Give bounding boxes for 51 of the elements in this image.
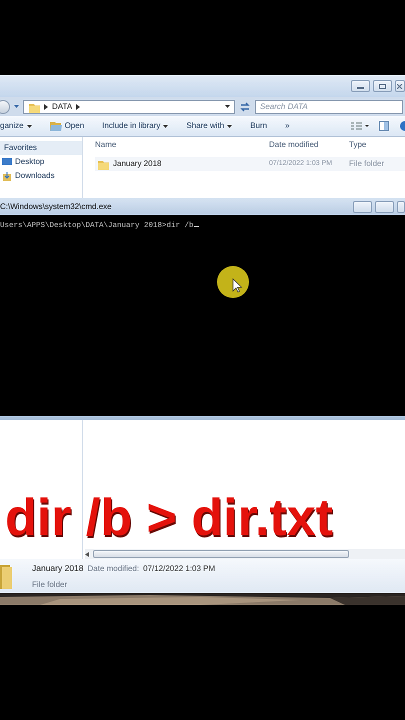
close-icon [396,84,404,88]
toolbar-button[interactable]: ganize [0,120,41,132]
chevron-icon [76,104,80,110]
file-name: January 2018 [113,158,162,170]
sidebar-item[interactable]: Downloads [0,169,82,183]
caret-icon [26,124,32,128]
close-button[interactable] [395,80,405,92]
detail-value: 07/12/2022 1:03 PM [143,562,216,574]
horizontal-scrollbar[interactable] [85,549,405,559]
caption-text: dir /b > dir.txt [4,492,334,544]
downloads-icon [2,172,12,180]
mouse-cursor-icon [216,265,250,299]
sidebar-header: Favorites [0,141,82,155]
refresh-icon[interactable] [239,102,251,112]
toolbar-button[interactable]: Include in library [93,120,178,132]
maximize-button[interactable] [375,200,394,212]
scroll-left-icon[interactable] [85,552,89,556]
caret-icon[interactable] [225,105,230,108]
maximize-icon [379,84,386,88]
close-button[interactable] [397,200,405,212]
file-type: File folder [349,158,384,170]
address-bar[interactable]: DATA [23,100,235,114]
maximize-button[interactable] [373,80,392,92]
toolbar-button[interactable]: » [276,120,299,132]
scroll-thumb[interactable] [93,550,349,558]
caret-icon [227,124,232,128]
minimize-button[interactable] [353,200,372,212]
toolbar-button[interactable]: Open [40,120,94,132]
detail-name: January 2018 [32,562,84,574]
chevron-icon [44,104,48,110]
folder-icon [0,563,14,589]
column-header[interactable]: Name [95,139,269,151]
sidebar-item[interactable]: Desktop [0,155,82,169]
text-cursor [194,226,199,227]
folder-icon [50,121,62,131]
folder-icon [97,158,109,170]
window-title: C:\Windows\system32\cmd.exe [0,200,113,212]
detail-label: Date modified: [88,562,140,574]
detail-type: File folder [32,578,68,590]
view-icon[interactable] [351,122,369,130]
toolbar-button[interactable]: Burn [241,120,276,132]
back-button[interactable] [0,100,10,114]
help-icon[interactable] [399,121,405,131]
minimize-button[interactable] [351,80,370,92]
preview-pane-icon[interactable] [379,121,389,131]
column-header[interactable]: Date modified [269,139,349,151]
path-segment[interactable]: DATA [52,100,72,112]
toolbar-button[interactable]: Share with [177,120,242,132]
caret-icon [163,124,168,128]
column-header[interactable]: Type [349,139,399,151]
monitor-icon [2,158,12,166]
